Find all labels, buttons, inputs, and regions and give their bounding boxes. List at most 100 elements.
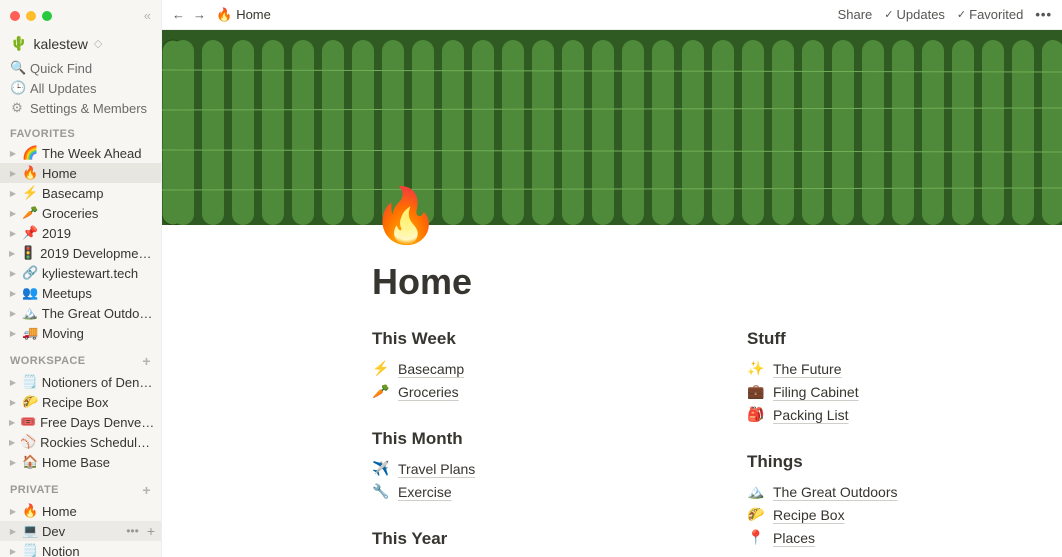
sidebar-item-label: 2019	[42, 226, 71, 241]
section-heading[interactable]: This Week	[372, 329, 687, 349]
sidebar-item-pv-2[interactable]: ▶🗒️Notion	[0, 541, 161, 557]
sidebar-item-label: Notioners of Denver	[42, 375, 155, 390]
share-button[interactable]: Share	[838, 7, 873, 22]
favorited-button[interactable]: ✓Favorited	[957, 7, 1023, 22]
more-button[interactable]: •••	[1035, 7, 1052, 22]
sidebar-item-fav-6[interactable]: ▶🔗kyliestewart.tech	[0, 263, 161, 283]
sidebar-item-ws-0[interactable]: ▶ 🗒️ Notioners of Denver	[0, 372, 161, 392]
page-link[interactable]: 🥕Groceries	[372, 380, 687, 403]
disclosure-triangle-icon[interactable]: ▶	[8, 329, 18, 338]
sidebar-item-fav-8[interactable]: ▶🏔️The Great Outdoors	[0, 303, 161, 323]
breadcrumb-icon: 🔥	[216, 7, 232, 23]
sidebar-item-ws-4[interactable]: ▶🏠Home Base	[0, 452, 161, 472]
page-emoji-icon: 🌮	[22, 394, 38, 410]
disclosure-triangle-icon[interactable]: ▶	[8, 418, 16, 427]
sidebar-item-fav-1[interactable]: ▶ 🔥 Home	[0, 163, 161, 183]
topbar: ← → 🔥 Home Share ✓Updates ✓Favorited •••	[162, 0, 1062, 30]
disclosure-triangle-icon[interactable]: ▶	[8, 309, 18, 318]
page-link[interactable]: ⚡Basecamp	[372, 357, 687, 380]
disclosure-triangle-icon[interactable]: ▶	[8, 249, 16, 258]
sidebar-item-label: Meetups	[42, 286, 92, 301]
add-workspace-page-icon[interactable]: +	[142, 353, 151, 369]
sidebar-item-label: Home	[42, 166, 77, 181]
disclosure-triangle-icon[interactable]: ▶	[8, 149, 18, 158]
zoom-dot[interactable]	[42, 11, 52, 21]
page-emoji-icon: 🗒️	[22, 543, 38, 557]
sidebar-item-label: Rockies Schedule - 20...	[40, 435, 155, 450]
section-heading[interactable]: This Year	[372, 529, 687, 549]
page-link[interactable]: 🌮 Recipe Box	[747, 503, 1062, 526]
link-emoji-icon: ✈️	[372, 460, 390, 477]
page-emoji-icon: 🥕	[22, 205, 38, 221]
link-label: The Great Outdoors	[773, 484, 898, 500]
item-add-icon[interactable]: +	[143, 523, 155, 539]
check-icon: ✓	[884, 8, 893, 21]
section-heading[interactable]: Things	[747, 452, 1062, 472]
disclosure-triangle-icon[interactable]: ▶	[8, 289, 18, 298]
add-private-page-icon[interactable]: +	[142, 482, 151, 498]
collapse-sidebar-icon[interactable]: «	[144, 8, 151, 23]
section-heading[interactable]: Stuff	[747, 329, 1062, 349]
page-link[interactable]: 🎒Packing List	[747, 403, 1062, 426]
settings-members[interactable]: ⚙Settings & Members	[0, 98, 161, 118]
page-emoji-icon: 🔥	[22, 165, 38, 181]
page-emoji-icon: 🚚	[22, 325, 38, 341]
sidebar-item-fav-4[interactable]: ▶📌2019	[0, 223, 161, 243]
updates-button[interactable]: ✓Updates	[884, 7, 945, 22]
page-link[interactable]: ✨The Future	[747, 357, 1062, 380]
link-label: Recipe Box	[773, 507, 845, 523]
all-updates[interactable]: 🕒All Updates	[0, 78, 161, 98]
page-emoji-icon: 🎟️	[20, 414, 36, 430]
disclosure-triangle-icon[interactable]: ▶	[8, 547, 18, 556]
sidebar-item-fav-0[interactable]: ▶🌈The Week Ahead	[0, 143, 161, 163]
sidebar-item-pv-0[interactable]: ▶🔥Home	[0, 501, 161, 521]
link-emoji-icon: 🌮	[747, 506, 765, 523]
link-label: Places	[773, 530, 815, 546]
item-more-icon[interactable]: •••	[126, 524, 139, 538]
page-link[interactable]: 🏔️The Great Outdoors	[747, 480, 1062, 503]
disclosure-triangle-icon[interactable]: ▶	[8, 209, 18, 218]
link-emoji-icon: 💼	[747, 383, 765, 400]
page-emoji-icon: 🌈	[22, 145, 38, 161]
sidebar-item-fav-5[interactable]: ▶🚦2019 Development Go...	[0, 243, 161, 263]
breadcrumb[interactable]: 🔥 Home	[216, 7, 271, 23]
sidebar-item-ws-3[interactable]: ▶⚾Rockies Schedule - 20...	[0, 432, 161, 452]
sidebar-item-fav-7[interactable]: ▶👥Meetups	[0, 283, 161, 303]
disclosure-triangle-icon[interactable]: ▶	[8, 458, 18, 467]
sidebar-item-fav-2[interactable]: ▶⚡Basecamp	[0, 183, 161, 203]
disclosure-triangle-icon[interactable]: ▶	[8, 438, 16, 447]
disclosure-triangle-icon[interactable]: ▶	[8, 527, 18, 536]
disclosure-triangle-icon[interactable]: ▶	[8, 169, 18, 178]
sidebar-item-ws-1[interactable]: ▶🌮Recipe Box	[0, 392, 161, 412]
sidebar-item-fav-9[interactable]: ▶🚚Moving	[0, 323, 161, 343]
window-controls: «	[0, 0, 161, 31]
page-link[interactable]: ✈️Travel Plans	[372, 457, 687, 480]
workspace-switcher[interactable]: 🌵 kalestew ◇	[0, 31, 161, 58]
page-link[interactable]: 🔧Exercise	[372, 480, 687, 503]
page-link[interactable]: 💼Filing Cabinet	[747, 380, 1062, 403]
page-emoji-icon: 🗒️	[22, 374, 38, 390]
close-dot[interactable]	[10, 11, 20, 21]
disclosure-triangle-icon[interactable]: ▶	[8, 189, 18, 198]
disclosure-triangle-icon[interactable]: ▶	[8, 229, 18, 238]
chevron-down-icon: ◇	[94, 37, 102, 50]
disclosure-triangle-icon[interactable]: ▶	[8, 269, 18, 278]
page-icon[interactable]: 🔥	[372, 189, 1062, 243]
sidebar-item-ws-2[interactable]: ▶🎟️Free Days Denver - 20...	[0, 412, 161, 432]
disclosure-triangle-icon[interactable]: ▶	[8, 398, 18, 407]
sidebar-item-fav-3[interactable]: ▶🥕Groceries	[0, 203, 161, 223]
page-title[interactable]: Home	[372, 261, 1062, 303]
quick-find[interactable]: 🔍Quick Find	[0, 58, 161, 78]
page-emoji-icon: 🔥	[22, 503, 38, 519]
disclosure-triangle-icon[interactable]: ▶	[8, 378, 18, 387]
link-label: The Future	[773, 361, 841, 377]
page-emoji-icon: 🚦	[20, 245, 36, 261]
back-button[interactable]: ←	[172, 7, 185, 22]
minimize-dot[interactable]	[26, 11, 36, 21]
sidebar-item-pv-1[interactable]: ▶💻Dev•••+	[0, 521, 161, 541]
forward-button[interactable]: →	[193, 7, 206, 22]
page-link[interactable]: 📍Places	[747, 526, 1062, 549]
disclosure-triangle-icon[interactable]: ▶	[8, 507, 18, 516]
username: kalestew	[33, 36, 87, 52]
section-heading[interactable]: This Month	[372, 429, 687, 449]
